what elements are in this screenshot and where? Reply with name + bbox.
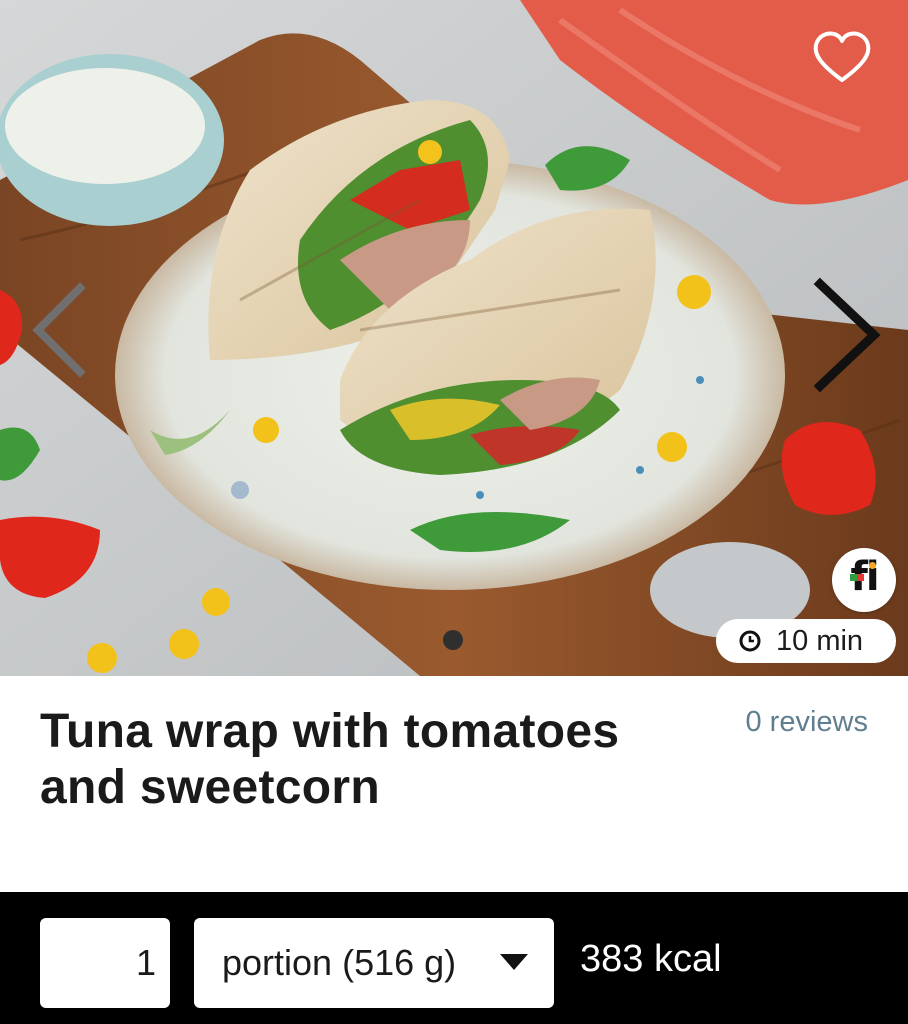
cook-time-badge: 10 min [716,619,896,663]
chevron-right-icon [813,277,881,393]
portion-unit-select[interactable]: portion (516 g) [194,918,554,1008]
next-image-button[interactable] [806,276,888,394]
brand-logo-text: fi [850,554,879,600]
calories-value: 383 kcal [580,938,722,980]
reviews-link[interactable]: 0 reviews [746,706,869,739]
brand-logo: fi [832,548,896,612]
favorite-button[interactable] [810,28,874,86]
portion-unit-value: portion (516 g) [222,942,457,983]
recipe-title: Tuna wrap with tomatoes and sweetcorn [40,705,620,814]
portion-bar: portion (516 g) 383 kcal [0,892,908,1024]
dropdown-caret-icon [500,954,528,970]
clock-icon [739,630,761,652]
tuna-wrap-photo [0,0,908,676]
cook-time-text: 10 min [776,624,864,657]
carousel-dot-active[interactable] [443,630,463,650]
recipe-header: Tuna wrap with tomatoes and sweetcorn 0 … [0,676,908,892]
logo-dot-orange [869,562,876,569]
heart-outline-icon [813,31,871,82]
quantity-input[interactable] [40,918,170,1008]
previous-image-button[interactable] [26,282,92,378]
logo-dot-green [850,574,857,581]
logo-dot-red [857,574,864,581]
recipe-hero-image: fi 10 min [0,0,908,676]
chevron-left-icon [32,282,86,378]
